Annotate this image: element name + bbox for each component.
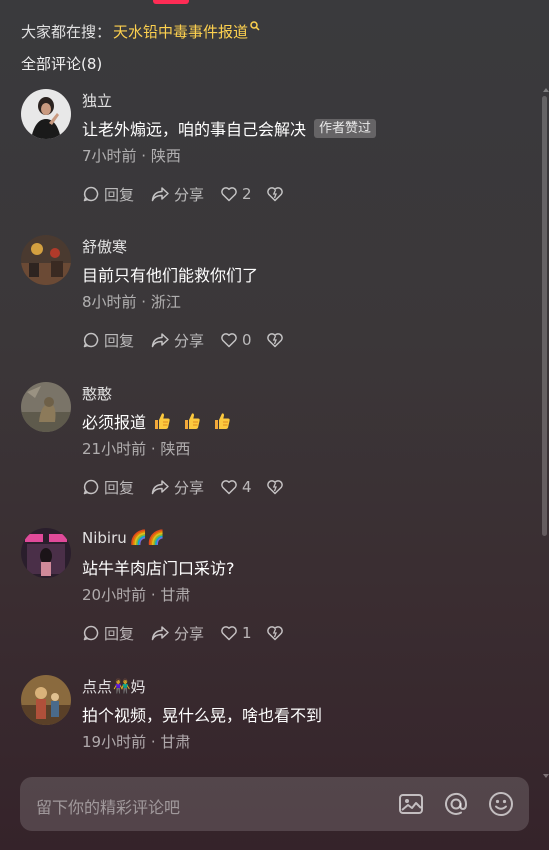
at-icon[interactable] [442, 790, 470, 818]
dislike-icon [267, 187, 283, 202]
comment-text: 让老外煽远，咱的事自己会解决 作者赞过 [82, 116, 377, 140]
comment-count-title: 全部评论(8) [21, 55, 103, 73]
share-button[interactable]: 分享 [150, 330, 220, 351]
dislike-icon [267, 333, 283, 348]
emoji-icon[interactable] [487, 790, 515, 818]
search-suggestion-prefix: 大家都在搜： [21, 22, 112, 41]
comment-text: 目前只有他们能救你们了 [82, 266, 259, 285]
avatar[interactable] [21, 89, 71, 139]
search-suggestion-keyword[interactable]: 天水铅中毒事件报道 [113, 21, 248, 42]
dislike-icon [267, 626, 283, 641]
dislike-button[interactable] [266, 624, 288, 642]
scroll-down-arrow[interactable] [543, 774, 549, 778]
comment-actions: 回复 分享 1 [82, 623, 288, 643]
dislike-button[interactable] [266, 185, 288, 203]
dislike-button[interactable] [266, 331, 288, 349]
author-emoji: 🌈🌈 [129, 530, 165, 546]
avatar[interactable] [21, 382, 71, 432]
comment-text: 拍个视频，晃什么晃，啥也看不到 [82, 706, 323, 725]
scroll-up-arrow[interactable] [543, 88, 549, 92]
heart-icon [221, 187, 237, 202]
share-icon [151, 333, 169, 348]
author-emoji: 👫 [113, 678, 131, 695]
share-icon [151, 626, 169, 641]
reply-icon [83, 625, 99, 641]
heart-icon [221, 626, 237, 641]
comment-item: 舒傲寒 目前只有他们能救你们了 8小时前 · 浙江 回复 分享 0 [0, 235, 540, 365]
share-button[interactable]: 分享 [150, 184, 220, 205]
reply-icon [83, 479, 99, 495]
heart-icon [221, 333, 237, 348]
thumbs-up-emoji [155, 413, 170, 429]
comment-author[interactable]: 独立 [82, 90, 112, 111]
share-button[interactable]: 分享 [150, 477, 220, 498]
thumbs-up-emoji [215, 413, 230, 429]
author-liked-badge: 作者赞过 [314, 118, 377, 138]
comment-meta: 7小时前 · 陕西 [82, 147, 181, 165]
top-tab-indicator [153, 0, 189, 4]
comment-author[interactable]: 点点 👫 妈 [82, 676, 145, 697]
search-suggestion[interactable]: 大家都在搜： 天水铅中毒事件报道 [21, 20, 260, 42]
comment-input[interactable]: 留下你的精彩评论吧 [20, 777, 529, 831]
thumbs-up-emojis [152, 411, 232, 431]
avatar[interactable] [21, 528, 71, 578]
comment-author[interactable]: Nibiru 🌈🌈 [82, 529, 165, 547]
comment-item: 独立 让老外煽远，咱的事自己会解决 作者赞过 7小时前 · 陕西 回复 分享 2 [0, 89, 540, 219]
dislike-button[interactable] [266, 478, 288, 496]
like-button[interactable]: 0 [220, 331, 266, 349]
comment-meta: 20小时前 · 甘肃 [82, 586, 191, 604]
comment-meta: 21小时前 · 陕西 [82, 440, 191, 458]
dislike-icon [267, 480, 283, 495]
comment-meta: 19小时前 · 甘肃 [82, 733, 191, 751]
comment-actions: 回复 分享 4 [82, 477, 288, 497]
share-icon [151, 187, 169, 202]
like-button[interactable]: 2 [220, 185, 266, 203]
reply-icon [83, 186, 99, 202]
scrollbar[interactable] [541, 88, 549, 778]
share-button[interactable]: 分享 [150, 623, 220, 644]
reply-button[interactable]: 回复 [82, 184, 150, 205]
comment-input-placeholder: 留下你的精彩评论吧 [36, 798, 181, 817]
reply-button[interactable]: 回复 [82, 330, 150, 351]
thumbs-up-emoji [185, 413, 200, 429]
comment-actions: 回复 分享 0 [82, 330, 288, 350]
comment-item: 点点 👫 妈 拍个视频，晃什么晃，啥也看不到 19小时前 · 甘肃 [0, 675, 540, 765]
comment-text: 站牛羊肉店门口采访? [82, 559, 235, 578]
comment-author[interactable]: 舒傲寒 [82, 236, 127, 257]
comment-item: 憨憨 必须报道 21小时前 · 陕西 回复 分享 4 [0, 382, 540, 512]
comment-meta: 8小时前 · 浙江 [82, 293, 181, 311]
scrollbar-thumb[interactable] [542, 96, 547, 536]
like-button[interactable]: 4 [220, 478, 266, 496]
reply-icon [83, 332, 99, 348]
reply-button[interactable]: 回复 [82, 623, 150, 644]
like-button[interactable]: 1 [220, 624, 266, 642]
heart-icon [221, 480, 237, 495]
comment-author[interactable]: 憨憨 [82, 383, 112, 404]
search-icon [250, 17, 260, 35]
comment-actions: 回复 分享 2 [82, 184, 288, 204]
image-icon[interactable] [397, 790, 425, 818]
reply-button[interactable]: 回复 [82, 477, 150, 498]
comment-item: Nibiru 🌈🌈 站牛羊肉店门口采访? 20小时前 · 甘肃 回复 分享 1 [0, 528, 540, 658]
avatar[interactable] [21, 675, 71, 725]
comment-text: 必须报道 [82, 409, 232, 433]
avatar[interactable] [21, 235, 71, 285]
share-icon [151, 480, 169, 495]
